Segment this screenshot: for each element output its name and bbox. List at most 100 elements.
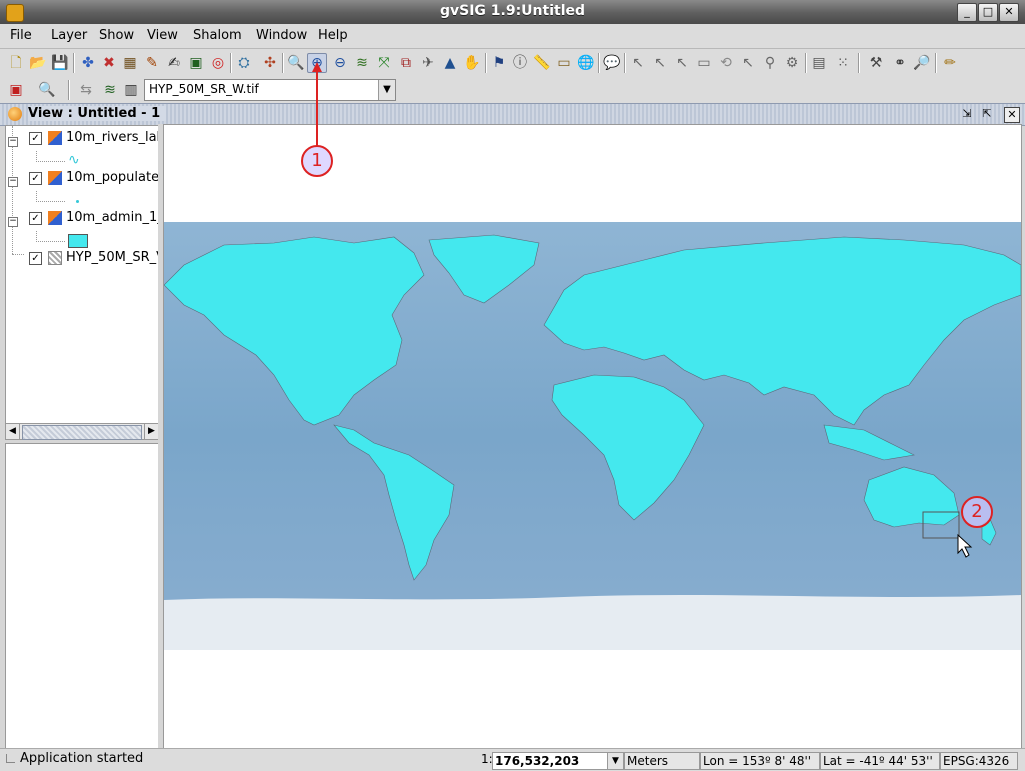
lon-field: Lon = 153º 8' 48'' xyxy=(700,752,820,770)
scale-input[interactable]: 176,532,203 xyxy=(492,752,608,770)
select-buffer-icon[interactable]: ⚲ xyxy=(760,53,780,73)
raster-icon[interactable]: ⇆ xyxy=(76,80,96,100)
hand-icon[interactable]: ▲ xyxy=(440,53,460,73)
status-bar: Application started 1: 176,532,203 ▼ Met… xyxy=(0,748,1025,771)
tree-line xyxy=(36,151,65,162)
layer-toc: − ✓ 10m_rivers_lak ∿ − ✓ 10m_populate − … xyxy=(5,125,159,425)
collapse-toggle[interactable]: − xyxy=(8,217,18,227)
target-icon[interactable]: ◎ xyxy=(208,53,228,73)
map-canvas[interactable]: 2 xyxy=(163,124,1022,750)
edit-pencil-icon[interactable]: ✏ xyxy=(940,53,960,73)
status-message: Application started xyxy=(20,751,144,766)
menu-file[interactable]: File xyxy=(10,28,32,43)
scroll-thumb[interactable] xyxy=(22,425,142,440)
search-icon[interactable]: 🔎 xyxy=(912,53,932,73)
select-icon[interactable]: ↖ xyxy=(628,53,648,73)
scroll-right-icon[interactable]: ▶ xyxy=(144,424,158,439)
layer-checkbox[interactable]: ✓ xyxy=(29,252,42,265)
dots-icon[interactable]: ⁙ xyxy=(833,53,853,73)
layers-icon[interactable]: ≋ xyxy=(352,53,372,73)
remove-layer-icon[interactable]: ✖ xyxy=(99,53,119,73)
iconify-icon[interactable]: ⇲ xyxy=(960,107,974,121)
pan-icon[interactable]: ✈ xyxy=(418,53,438,73)
tree-line xyxy=(36,231,65,242)
restore-icon[interactable]: ⇱ xyxy=(980,107,994,121)
catalog-icon[interactable]: ✣ xyxy=(260,53,280,73)
layer-stack-icon[interactable]: ≋ xyxy=(100,80,120,100)
select-circle-icon[interactable]: ↖ xyxy=(738,53,758,73)
layer-checkbox[interactable]: ✓ xyxy=(29,132,42,145)
layer-checkbox[interactable]: ✓ xyxy=(29,212,42,225)
lon-value: Lon = 153º 8' 48'' xyxy=(703,754,812,768)
table-icon[interactable]: ▦ xyxy=(120,53,140,73)
menu-show[interactable]: Show xyxy=(99,28,134,43)
info-icon[interactable]: ⓘ xyxy=(510,53,530,73)
antarctica-ice xyxy=(164,595,1021,650)
select-rect-icon[interactable]: ↖ xyxy=(672,53,692,73)
scroll-left-icon[interactable]: ◀ xyxy=(6,424,20,439)
frame-icon[interactable]: ▣ xyxy=(6,80,26,100)
edit-icon[interactable]: ✎ xyxy=(142,53,162,73)
select-point-icon[interactable]: ↖ xyxy=(650,53,670,73)
vector-layer-icon xyxy=(48,131,62,145)
menu-view[interactable]: View xyxy=(147,28,178,43)
note-icon[interactable]: ✍ xyxy=(164,53,184,73)
view-header: View : Untitled - 1 ⇲ ⇱ ✕ xyxy=(0,103,1025,126)
toolbar-separator xyxy=(230,53,232,73)
layer-label[interactable]: 10m_admin_1_ xyxy=(66,210,158,230)
globe-icon[interactable]: 🌐 xyxy=(576,53,596,73)
binoculars-icon[interactable]: ⚭ xyxy=(890,53,910,73)
toc-horizontal-scrollbar[interactable]: ◀ ▶ xyxy=(5,423,159,440)
layer-label[interactable]: 10m_rivers_lak xyxy=(66,130,158,150)
collapse-toggle[interactable]: − xyxy=(8,177,18,187)
layer-select[interactable]: HYP_50M_SR_W.tif ▼ xyxy=(144,79,396,101)
minimize-button[interactable]: _ xyxy=(957,3,977,22)
open-icon[interactable]: 📂 xyxy=(28,53,48,73)
select-poly-icon[interactable]: ▭ xyxy=(694,53,714,73)
gear-icon[interactable]: ⚙ xyxy=(782,53,802,73)
chevron-down-icon[interactable]: ▼ xyxy=(378,80,395,100)
bands-icon[interactable]: ▥ xyxy=(121,80,141,100)
locate-icon[interactable]: 🔍 xyxy=(37,80,57,100)
title-bar: gvSIG 1.9:Untitled _ □ ✕ xyxy=(0,0,1025,25)
collapse-toggle[interactable]: − xyxy=(8,137,18,147)
menu-layer[interactable]: Layer xyxy=(51,28,87,43)
toolbar-separator xyxy=(935,53,937,73)
chevron-down-icon[interactable]: ▼ xyxy=(607,752,624,770)
close-window-button[interactable]: ✕ xyxy=(999,3,1019,22)
pan-hand-icon[interactable]: ✋ xyxy=(462,53,482,73)
measure-icon[interactable]: 📏 xyxy=(532,53,552,73)
close-view-icon[interactable]: ✕ xyxy=(1004,107,1020,123)
add-layer-icon[interactable]: ✤ xyxy=(78,53,98,73)
layer-tools-icon[interactable]: ⛭ xyxy=(234,53,254,73)
maximize-button[interactable]: □ xyxy=(978,3,998,22)
scale-prefix: 1: xyxy=(481,752,493,766)
toolbar-separator xyxy=(68,80,70,100)
menu-help[interactable]: Help xyxy=(318,28,348,43)
layer-label[interactable]: HYP_50M_SR_V xyxy=(66,250,158,270)
callout-1: 1 xyxy=(301,145,333,177)
menu-shalom[interactable]: Shalom xyxy=(193,28,242,43)
callout-2: 2 xyxy=(961,496,993,528)
distance-icon[interactable]: ▭ xyxy=(554,53,574,73)
layer-select-value: HYP_50M_SR_W.tif xyxy=(149,82,259,96)
layer-checkbox[interactable]: ✓ xyxy=(29,172,42,185)
toolbar-separator xyxy=(282,53,284,73)
full-extent-icon[interactable]: ⤧ xyxy=(374,53,394,73)
select-free-icon[interactable]: ⟲ xyxy=(716,53,736,73)
layer-label[interactable]: 10m_populate xyxy=(66,170,158,190)
save-icon[interactable]: 💾 xyxy=(50,53,70,73)
zoom-select-icon[interactable]: ⧉ xyxy=(396,53,416,73)
tools-icon[interactable]: ⚒ xyxy=(866,53,886,73)
menu-window[interactable]: Window xyxy=(256,28,307,43)
chat-icon[interactable]: 💬 xyxy=(602,53,622,73)
map-svg xyxy=(163,222,1022,650)
epsg-value: EPSG:4326 xyxy=(943,754,1010,768)
new-file-icon[interactable]: 🗋 xyxy=(6,53,26,73)
map-icon[interactable]: ▣ xyxy=(186,53,206,73)
toolbar-separator xyxy=(858,53,860,73)
toolbar-separator xyxy=(598,53,600,73)
menu-bar: File Layer Show View Shalom Window Help xyxy=(0,24,1025,49)
grid-icon[interactable]: ▤ xyxy=(809,53,829,73)
locator-icon[interactable]: ⚑ xyxy=(489,53,509,73)
